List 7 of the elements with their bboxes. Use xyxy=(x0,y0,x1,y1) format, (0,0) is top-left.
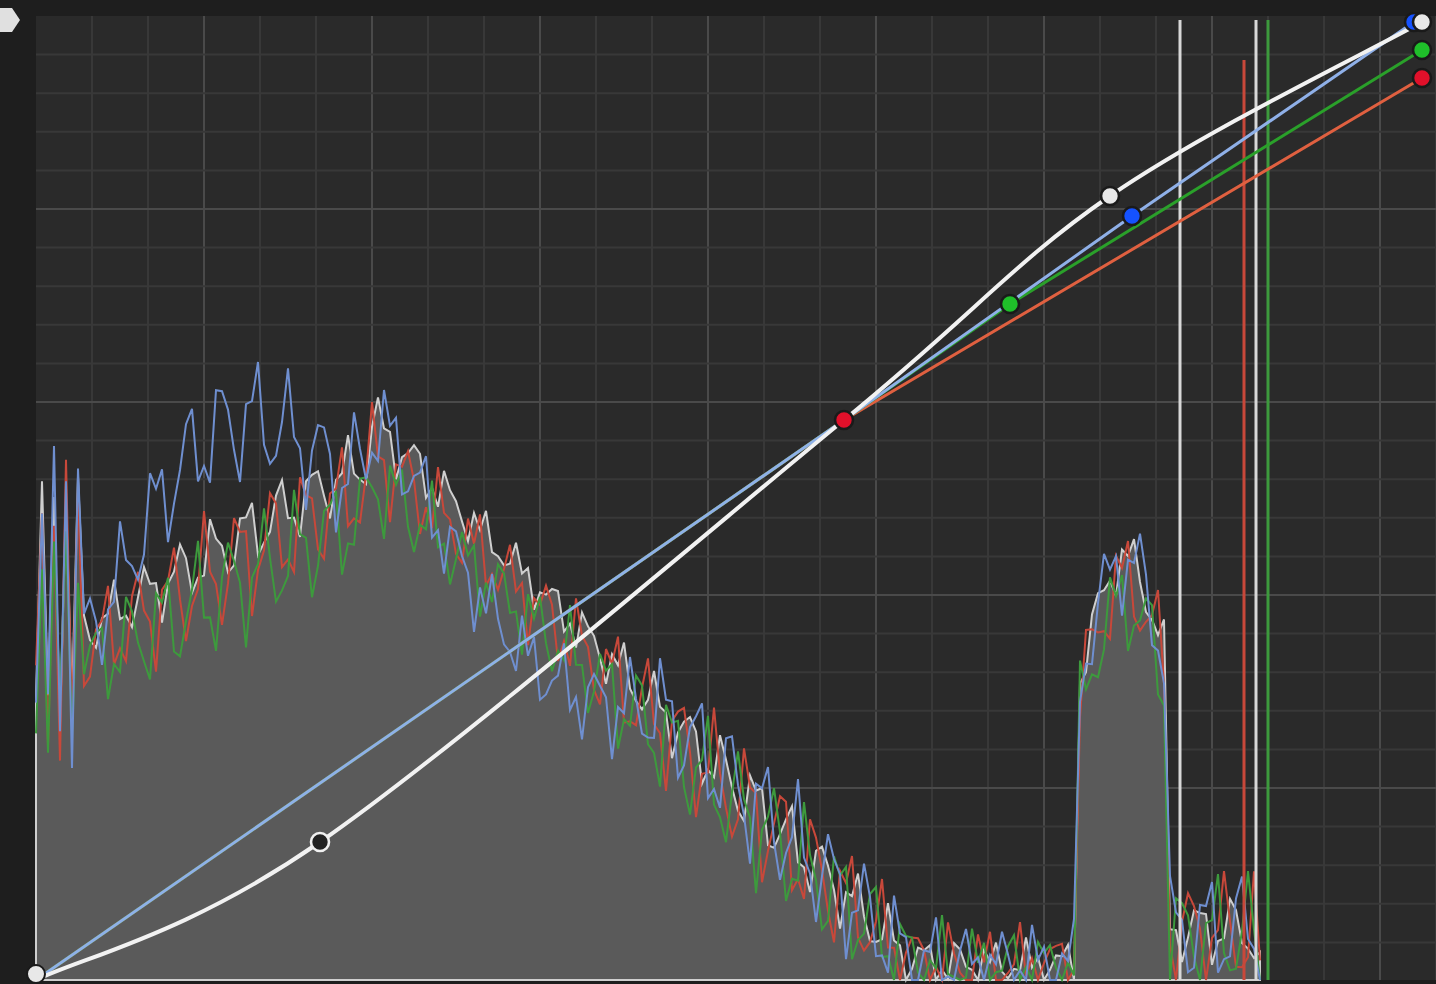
control-point[interactable] xyxy=(999,293,1021,315)
control-point[interactable] xyxy=(1411,39,1433,61)
control-point[interactable] xyxy=(1099,185,1121,207)
control-point[interactable] xyxy=(1121,205,1143,227)
control-point[interactable] xyxy=(1411,11,1433,33)
handle-icon[interactable] xyxy=(0,8,20,32)
control-point[interactable] xyxy=(833,409,855,431)
